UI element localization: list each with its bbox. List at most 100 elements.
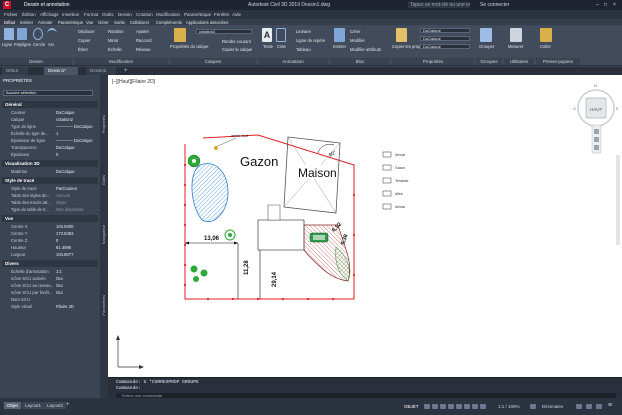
trim-button[interactable]: Ajuster	[136, 29, 149, 34]
property-value[interactable]: ———— DuCalque	[56, 123, 98, 130]
palette-section-header[interactable]: Style de tracé	[2, 177, 98, 184]
arc-button[interactable]: Arc	[48, 42, 54, 47]
dim-13-06[interactable]: 13,06	[204, 236, 220, 242]
menu-item[interactable]: Paramétrique	[184, 12, 211, 17]
menu-item[interactable]: Édition	[22, 12, 36, 17]
polyline-tool-icon[interactable]	[17, 28, 27, 40]
dimension-tool-icon[interactable]	[276, 28, 286, 42]
isolate-icon[interactable]	[576, 404, 582, 409]
polyline-button[interactable]: Polyligne	[14, 42, 31, 47]
linetype-dropdown[interactable]: DuCalque	[420, 44, 470, 49]
edit-attributes-button[interactable]: Modifier attributs	[350, 47, 381, 52]
layers-panel-title[interactable]: Calques	[170, 58, 256, 65]
menu-item[interactable]: Format	[84, 12, 98, 17]
side-tab[interactable]: Navigateur	[101, 225, 106, 244]
property-row[interactable]: Table des tracés att... Objet	[4, 199, 98, 206]
menu-item[interactable]: Insertion	[62, 12, 79, 17]
group-button[interactable]: Grouper	[479, 44, 494, 49]
arc-tool-icon[interactable]	[47, 28, 57, 40]
make-current-button[interactable]: Rendre courant	[222, 39, 251, 44]
property-value[interactable]: Oui	[56, 289, 98, 296]
property-value[interactable]: 0	[56, 151, 98, 158]
property-value[interactable]: Non disponible	[56, 206, 98, 213]
units-dropdown[interactable]: Décimales	[542, 404, 563, 409]
edit-block-button[interactable]: Modifier	[350, 38, 365, 43]
polar-icon[interactable]	[448, 404, 454, 409]
layout-tab-1[interactable]: Layout1	[22, 402, 45, 409]
modify-panel-title[interactable]: Modification	[74, 58, 168, 65]
line-button[interactable]: Ligne	[2, 42, 12, 47]
palette-section-header[interactable]: Visualisation 3D	[2, 160, 98, 167]
utilities-panel-title[interactable]: Utilitaires	[504, 58, 534, 65]
property-row[interactable]: Nom SCU	[4, 296, 98, 303]
copy-button[interactable]: Copier	[78, 38, 90, 43]
layout-tab-model[interactable]: Objet	[4, 402, 21, 409]
tab-dessin1[interactable]: Dessin1*	[44, 67, 78, 75]
property-row[interactable]: Centre Z 0	[4, 237, 98, 244]
text-button[interactable]: Texte	[263, 44, 273, 49]
workspace-selector[interactable]: Dessin et annotation	[24, 2, 70, 8]
clean-screen-icon[interactable]	[596, 404, 602, 409]
property-value[interactable]: 0	[56, 237, 98, 244]
property-value[interactable]: 1:1	[56, 268, 98, 275]
terrace[interactable]	[257, 219, 305, 251]
shrubs-bottom[interactable]	[190, 265, 208, 283]
layer-dropdown[interactable]: cotation2	[196, 29, 252, 34]
measure-button[interactable]: Mesurer	[508, 44, 523, 49]
side-tab[interactable]: Outils	[101, 175, 106, 185]
menu-item[interactable]: Outils	[102, 12, 114, 17]
vertical-scrollbar[interactable]	[616, 155, 620, 245]
property-row[interactable]: Type de table de tr... Non disponible	[4, 206, 98, 213]
gazon-label[interactable]: Gazon	[240, 154, 278, 169]
tab-start[interactable]: Début	[2, 67, 28, 75]
workspace-icon[interactable]	[530, 404, 536, 409]
menu-item[interactable]: Fichier	[4, 12, 18, 17]
property-row[interactable]: Icône SCU par fenêt... Oui	[4, 289, 98, 296]
block-panel-title[interactable]: Bloc	[330, 58, 390, 65]
property-value[interactable]: DuCalque	[56, 109, 98, 116]
property-value[interactable]: ———— DuCalque	[56, 137, 98, 144]
move-button[interactable]: Déplacer	[78, 29, 95, 34]
property-value[interactable]: ParCouleur	[56, 185, 98, 192]
dim-29-14[interactable]: 29,14	[272, 271, 278, 287]
leader-button[interactable]: Ligne de repère	[296, 38, 325, 43]
drawing-canvas[interactable]: [–][Haut][Filaire 2D] arbre fruit Gazon …	[108, 75, 622, 377]
property-row[interactable]: Échelle du type de... 1	[4, 130, 98, 137]
clipboard-panel-title[interactable]: Presse-papiers	[536, 58, 580, 65]
fillet-button[interactable]: Raccord	[136, 38, 152, 43]
property-row[interactable]: Échelle d'annotation 1:1	[4, 268, 98, 275]
search-input[interactable]: Tapez un mot-clé ou une expression	[408, 2, 470, 8]
customize-icon[interactable]: ≡	[608, 402, 612, 409]
tab-view[interactable]: Vue	[86, 20, 93, 25]
new-tab-icon[interactable]: +	[124, 68, 128, 74]
close-icon[interactable]: ×	[613, 2, 616, 8]
property-value[interactable]: Oui	[56, 282, 98, 289]
menu-item[interactable]: Fenêtre	[214, 12, 230, 17]
property-row[interactable]: Largeur 104.8077	[4, 251, 98, 258]
group-icon[interactable]	[480, 28, 492, 42]
menu-item[interactable]: Dessin	[118, 12, 132, 17]
angle-dim[interactable]: 90°	[328, 150, 338, 159]
dim-6-92[interactable]: 6,92	[331, 222, 343, 234]
tab-manage[interactable]: Gérer	[98, 20, 109, 25]
match-properties-icon[interactable]	[396, 28, 407, 42]
property-row[interactable]: Couleur DuCalque	[4, 109, 98, 116]
tab-annotate[interactable]: Annoter	[38, 20, 53, 25]
tab-apps[interactable]: Applications associées	[186, 20, 228, 25]
layer-properties-icon[interactable]	[174, 28, 186, 42]
menu-item[interactable]: Cotation	[136, 12, 153, 17]
sign-in-link[interactable]: Se connecter	[480, 2, 509, 8]
tab-addins[interactable]: Compléments	[156, 20, 182, 25]
property-value[interactable]: 1	[56, 130, 98, 137]
annotation-panel-title[interactable]: Annotation	[258, 58, 328, 65]
menu-item[interactable]: Aide	[232, 12, 241, 17]
menu-item[interactable]: Modification	[156, 12, 180, 17]
property-row[interactable]: Style visuel Filaire 2D	[4, 303, 98, 310]
property-row[interactable]: Calque cotation2	[4, 116, 98, 123]
tab-insert[interactable]: Insérer	[20, 20, 33, 25]
tree-cluster-top[interactable]	[187, 154, 201, 168]
minimize-icon[interactable]: –	[596, 2, 599, 8]
insert-block-button[interactable]: Insérer	[333, 44, 346, 49]
transparency-icon[interactable]	[480, 404, 486, 409]
tab-parametric[interactable]: Paramétrique	[58, 20, 83, 25]
